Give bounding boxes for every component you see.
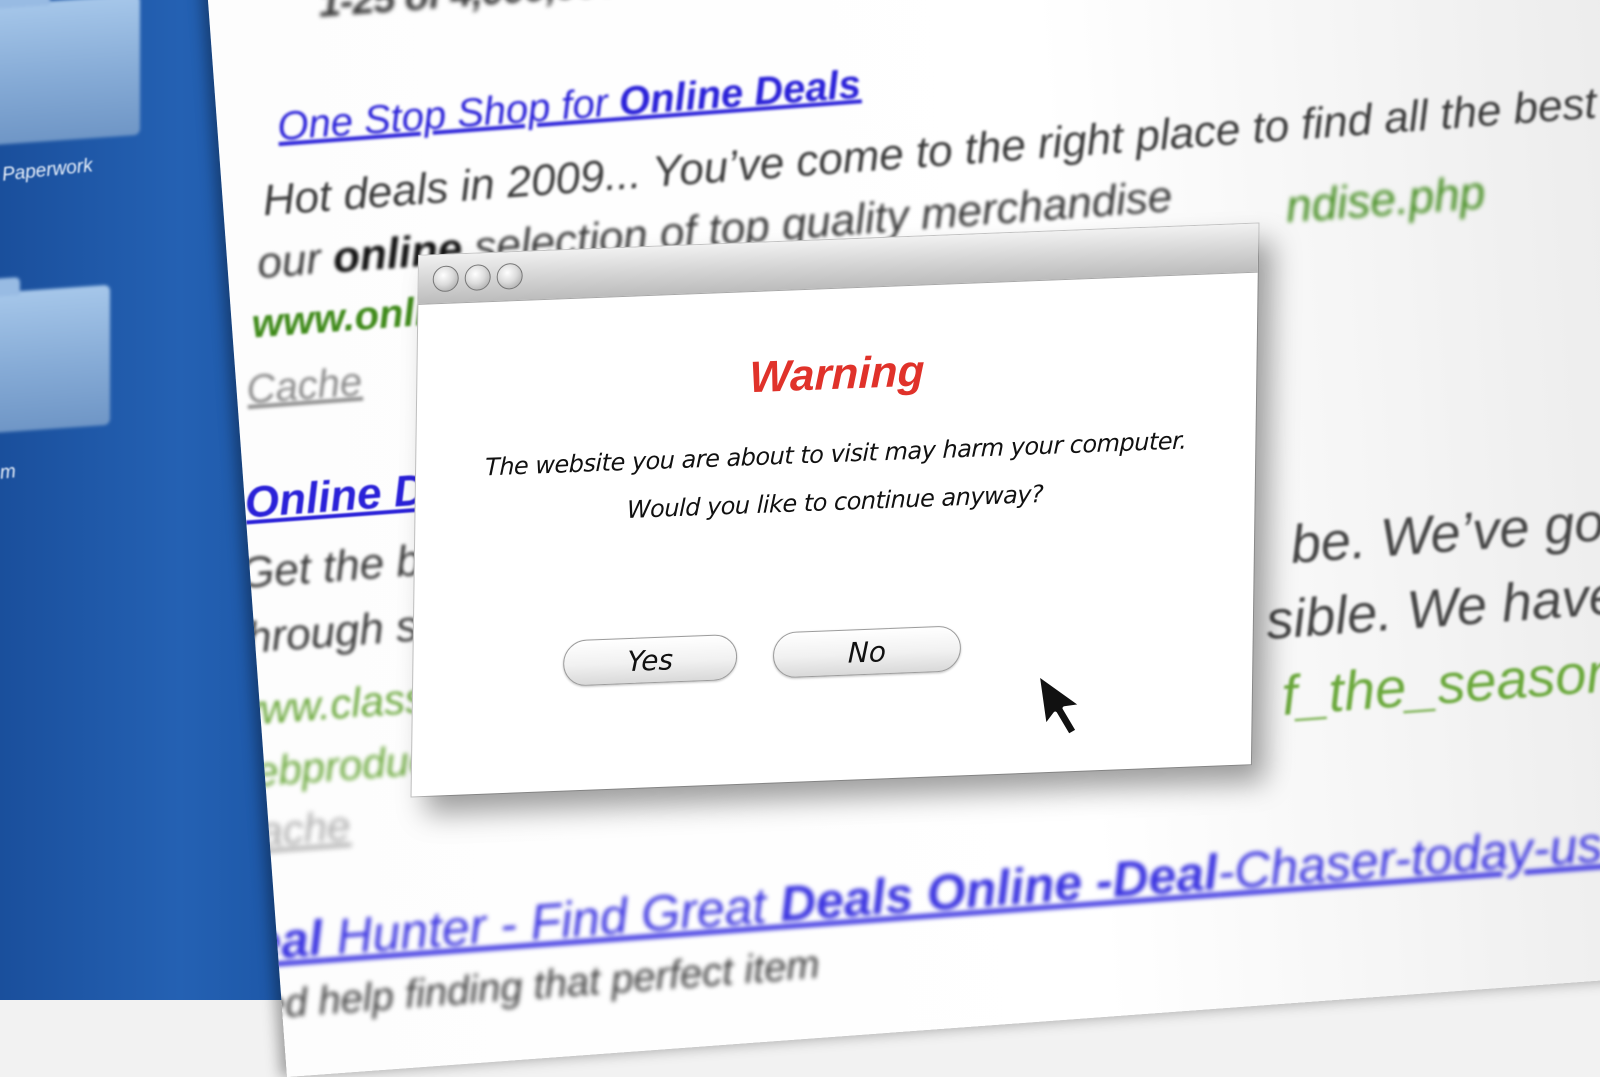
dialog-title: Warning — [749, 346, 925, 403]
result-snippet-right: sible. We have s — [1264, 562, 1600, 651]
folder-label-paperwork: Paperwork — [1, 155, 94, 186]
result-title-bold: Deals Online -Deal — [777, 844, 1220, 933]
no-button[interactable]: No — [772, 625, 962, 679]
folder-icon[interactable] — [0, 0, 140, 146]
result-title-bold: Online Deals — [617, 62, 863, 125]
result-url-tail: ndise.php — [1284, 165, 1487, 233]
yes-button[interactable]: Yes — [562, 633, 738, 687]
folder-label: m — [0, 461, 17, 484]
result-title-link[interactable]: Deal Hunter - Find Great Deals Online -D… — [215, 802, 1600, 975]
result-title-link[interactable]: One Stop Shop for Online Deals — [276, 62, 862, 150]
results-count: 1-25 of 4,000,000 — [317, 0, 620, 27]
mouse-pointer-icon — [1036, 671, 1085, 738]
result-title-plain: -Chaser-today-usamerica — [1215, 803, 1600, 901]
dialog-message-line1: The website you are about to visit may h… — [484, 426, 1187, 482]
folder-icon[interactable] — [0, 284, 110, 436]
result-title-plain: One Stop Shop for — [275, 80, 621, 150]
minimize-icon[interactable] — [464, 264, 491, 292]
zoom-icon[interactable] — [496, 262, 523, 290]
result-snippet-right: be. We’ve got t — [1288, 489, 1600, 575]
result-cache-link[interactable]: Cache — [245, 360, 364, 413]
close-icon[interactable] — [432, 265, 459, 293]
dialog-message-line2: Would you like to continue anyway? — [626, 479, 1044, 525]
warning-dialog: Warning The website you are about to vis… — [411, 223, 1259, 797]
